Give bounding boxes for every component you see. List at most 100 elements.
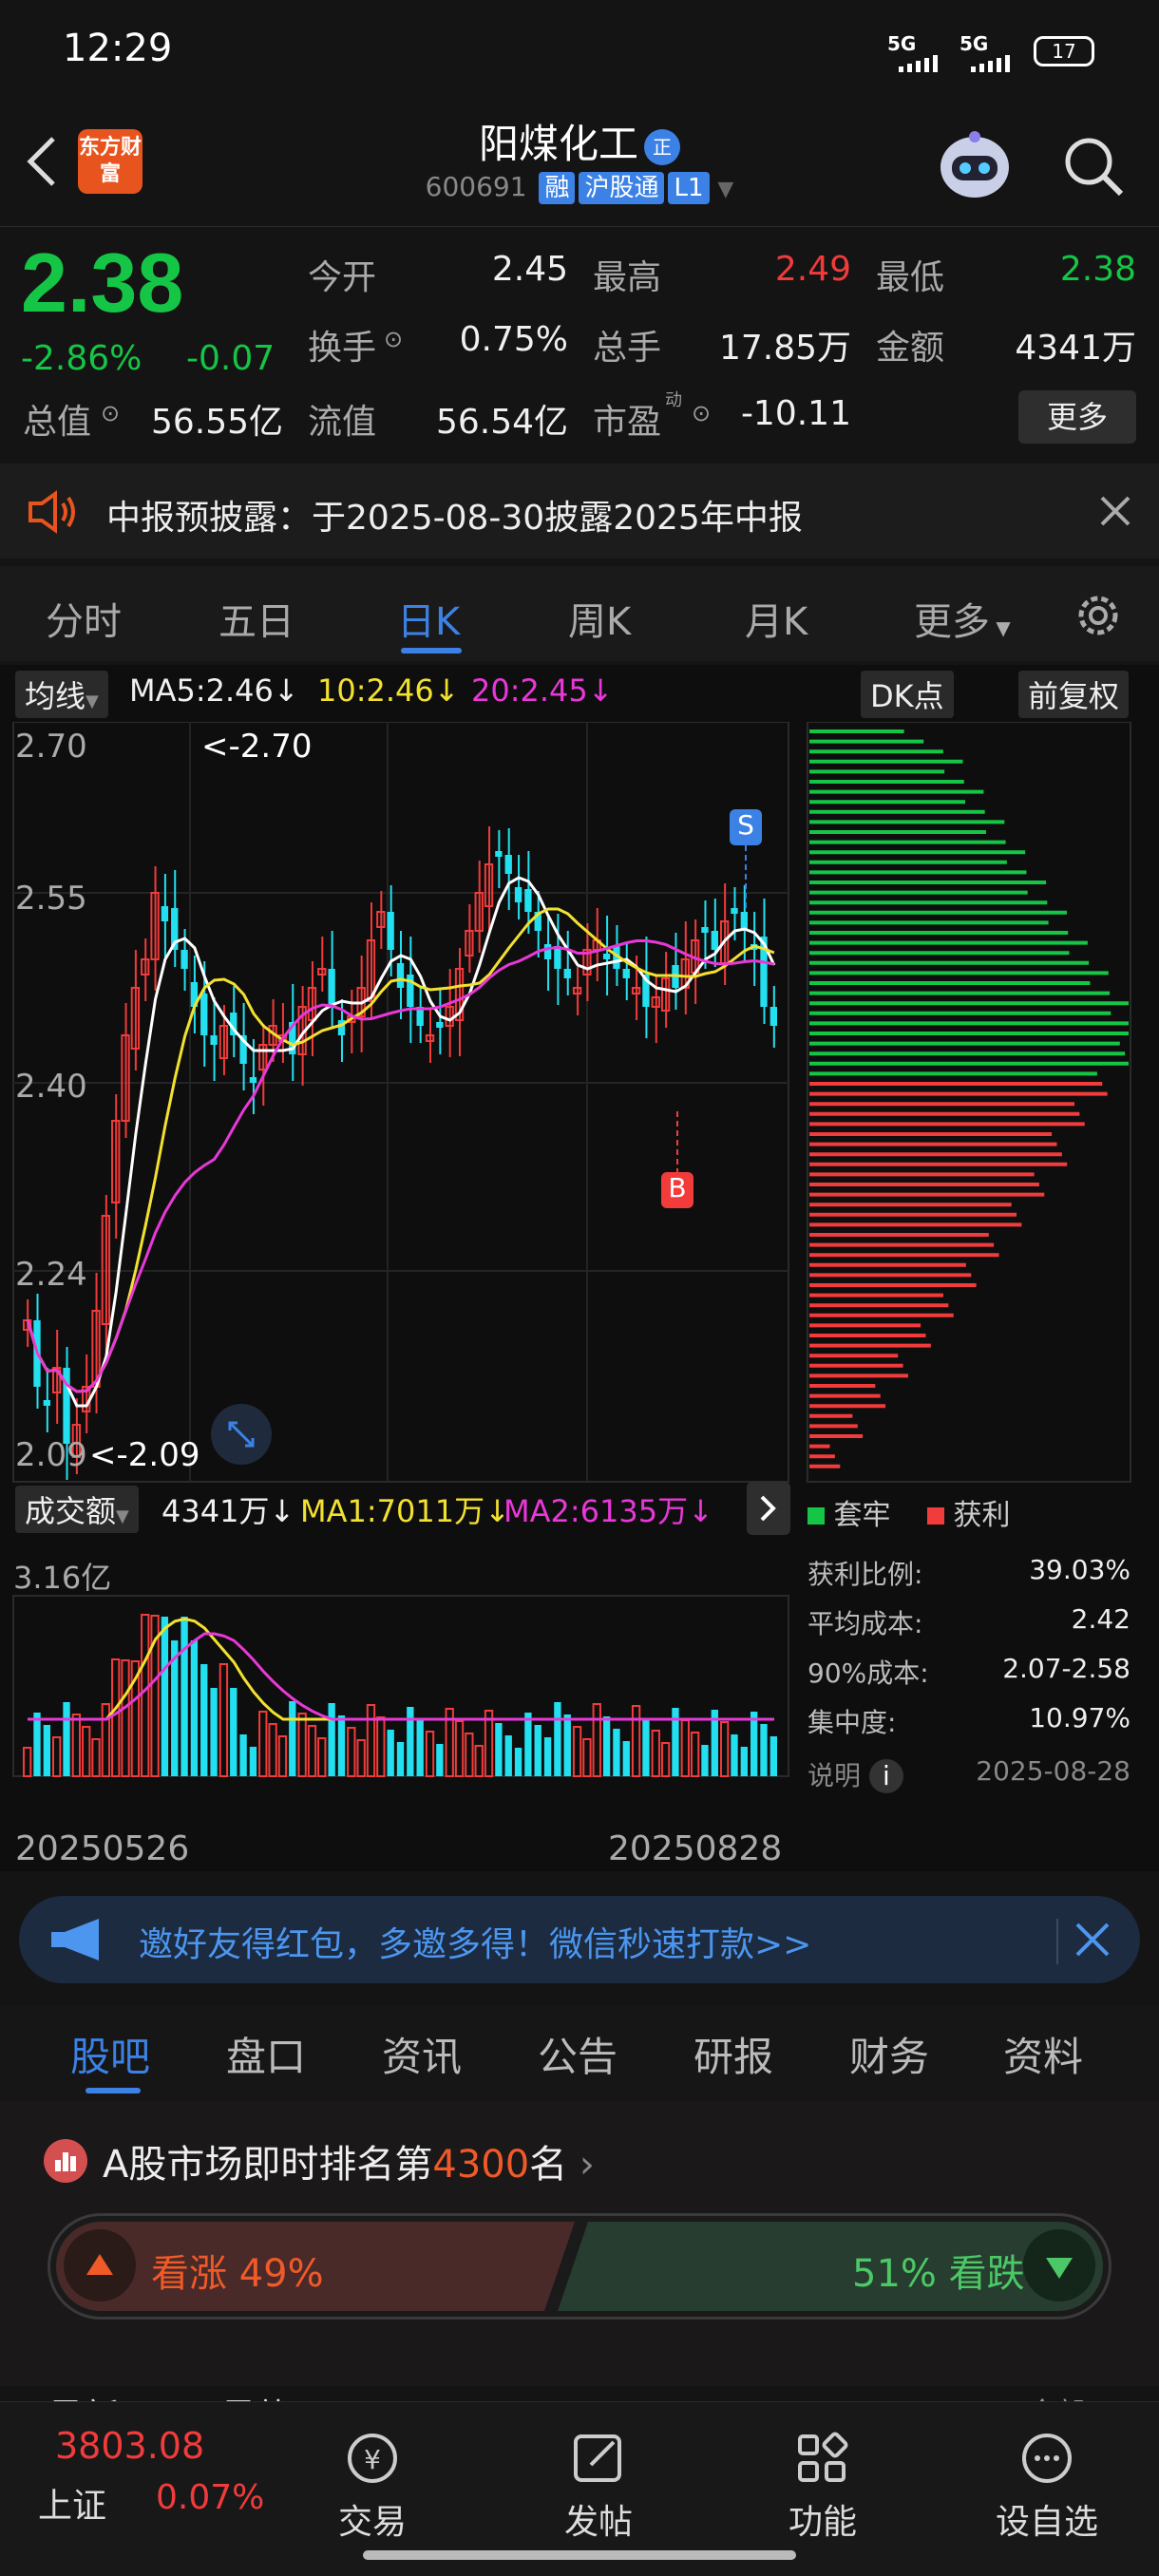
chip-note[interactable]: 说明 i	[808, 1755, 903, 1793]
volume-bar-up	[680, 1719, 690, 1777]
more-button[interactable]: 更多	[1018, 390, 1136, 444]
chip-value: 2.07-2.58	[1002, 1653, 1130, 1684]
chevron-right-icon[interactable]	[747, 1482, 790, 1535]
status-bar: 12:29 5G 5G 17	[0, 0, 1159, 104]
candle-down	[770, 1007, 777, 1026]
tab-orderbook[interactable]: 盘口	[226, 2025, 306, 2083]
grid-icon	[798, 2432, 848, 2482]
ma-selector[interactable]: 均线▼	[15, 671, 108, 718]
date-start: 20250526	[15, 1829, 190, 1868]
battery-icon: 17	[1034, 36, 1094, 66]
chip-label: 平均成本:	[808, 1608, 923, 1639]
adjust-button[interactable]: 前复权	[1018, 671, 1130, 718]
candle-down	[602, 954, 611, 959]
volume-bar-down	[387, 1730, 394, 1776]
vol-ma1: MA1:7011万↓	[300, 1493, 510, 1529]
expand-icon[interactable]	[211, 1404, 272, 1465]
mcap-label: 总值	[23, 403, 92, 442]
candle-down	[210, 1035, 218, 1045]
high-value: 2.49	[774, 250, 851, 289]
quote-panel: 2.38 -2.86% -0.07 今开 2.45 最高 2.49 最低 2.3…	[0, 226, 1159, 462]
amount-value: 4341万	[1015, 329, 1136, 368]
tab-intraday[interactable]: 分时	[46, 591, 122, 646]
price-tick: 2.40	[15, 1068, 87, 1106]
caret-down-icon: ▼	[86, 691, 99, 711]
notice-bar[interactable]: 中报预披露：于2025-08-30披露2025年中报	[0, 464, 1159, 559]
volume-bar-down	[200, 1664, 208, 1776]
yen-icon: ¥	[348, 2434, 397, 2483]
info-icon[interactable]: ⊙	[692, 400, 711, 426]
nav-trade[interactable]: ¥ 交易	[296, 2431, 448, 2544]
price-tick: 2.24	[15, 1256, 87, 1294]
price-tick: 2.09	[15, 1436, 87, 1474]
volume-value-text: 4341万	[162, 1493, 270, 1529]
buy-marker[interactable]: B	[661, 1172, 694, 1208]
invite-banner[interactable]: 邀好友得红包，多邀多得！微信秒速打款>>	[19, 1896, 1140, 1983]
volume-bar-up	[465, 1733, 474, 1777]
volume-value: 4341万↓	[162, 1493, 295, 1529]
bear-button[interactable]	[1023, 2229, 1095, 2301]
tab-five-day[interactable]: 五日	[218, 591, 294, 646]
turnover-label: 换手	[308, 329, 377, 368]
search-icon[interactable]	[1060, 133, 1127, 199]
volume-bar-down	[642, 1718, 650, 1776]
tab-forum[interactable]: 股吧	[70, 2025, 150, 2083]
tag-level1: L1	[668, 172, 710, 204]
speaker-icon	[27, 490, 78, 538]
close-icon[interactable]	[1100, 496, 1130, 530]
dk-point-button[interactable]: DK点	[861, 671, 954, 718]
tab-more[interactable]: 更多 ▼	[914, 591, 1011, 646]
nav-post[interactable]: 发帖	[522, 2431, 674, 2544]
chip-label: 集中度:	[808, 1707, 897, 1738]
more-dots-icon	[1022, 2434, 1072, 2483]
nav-add-watchlist[interactable]: 设自选	[971, 2431, 1123, 2544]
volume-bar-down	[622, 1741, 630, 1776]
chip-value: 39.03%	[1029, 1554, 1130, 1585]
tab-weekly-k[interactable]: 周K	[568, 591, 631, 646]
candle-down	[161, 906, 169, 921]
candle-down	[563, 969, 571, 978]
sell-marker[interactable]: S	[730, 809, 762, 845]
nav-add-watchlist-label: 设自选	[995, 2503, 1098, 2542]
volume-bar-down	[436, 1744, 444, 1776]
pe-label: 市盈	[593, 403, 662, 442]
tag-shanghai-connect: 沪股通	[579, 172, 665, 204]
tab-monthly-k[interactable]: 月K	[745, 591, 808, 646]
index-name[interactable]: 上证	[38, 2478, 106, 2528]
tab-announcements[interactable]: 公告	[538, 2025, 618, 2083]
info-icon[interactable]: ⊙	[101, 400, 120, 426]
tab-profile[interactable]: 资料	[1003, 2025, 1083, 2083]
volume-bar-down	[760, 1724, 768, 1776]
robot-assistant-icon[interactable]	[935, 129, 1015, 201]
volume-bar-up	[82, 1726, 91, 1777]
signal-bars-icon	[961, 55, 1018, 72]
tab-news[interactable]: 资讯	[382, 2025, 462, 2083]
volume-bar-down	[33, 1713, 41, 1776]
index-change: 0.07%	[156, 2478, 265, 2517]
mcap-value: 56.55亿	[150, 403, 283, 442]
nav-function[interactable]: 功能	[747, 2431, 899, 2544]
ranking-text[interactable]: A股市场即时排名第4300名 ›	[103, 2133, 595, 2188]
bull-label: 看涨 49%	[151, 2252, 324, 2296]
volume-bar-down	[249, 1747, 257, 1776]
volume-bar-up	[218, 1663, 229, 1777]
ranking-icon	[44, 2139, 87, 2183]
chip-label: 获利比例:	[808, 1559, 923, 1590]
close-icon[interactable]	[1056, 1919, 1113, 1964]
kline-chart-area: 均线▼ MA5:2.46↓ 10:2.46↓ 20:2.45↓ DK点 前复权 …	[0, 665, 1159, 1871]
tab-financials[interactable]: 财务	[849, 2025, 929, 2083]
tab-daily-k[interactable]: 日K	[397, 591, 460, 646]
open-label: 今开	[308, 258, 377, 297]
volume-bar-down	[43, 1725, 51, 1776]
chart-period-tabs: 分时 五日 日K 周K 月K 更多 ▼	[0, 566, 1159, 661]
vol-ma1-text: MA1:7011万	[300, 1493, 485, 1529]
pe-dynamic-mark: 动	[665, 390, 682, 410]
bull-button[interactable]	[64, 2229, 136, 2301]
info-icon[interactable]: ⊙	[384, 326, 403, 352]
index-value[interactable]: 3803.08	[55, 2425, 204, 2467]
volume-selector[interactable]: 成交额▼	[15, 1486, 139, 1533]
tab-research[interactable]: 研报	[694, 2025, 773, 2083]
gear-icon[interactable]	[1072, 589, 1125, 646]
stock-header: 东方财富 阳煤化工正 600691 融沪股通 L1 ▼	[0, 104, 1159, 226]
ranking-prefix: A股市场即时排名第	[103, 2143, 433, 2187]
